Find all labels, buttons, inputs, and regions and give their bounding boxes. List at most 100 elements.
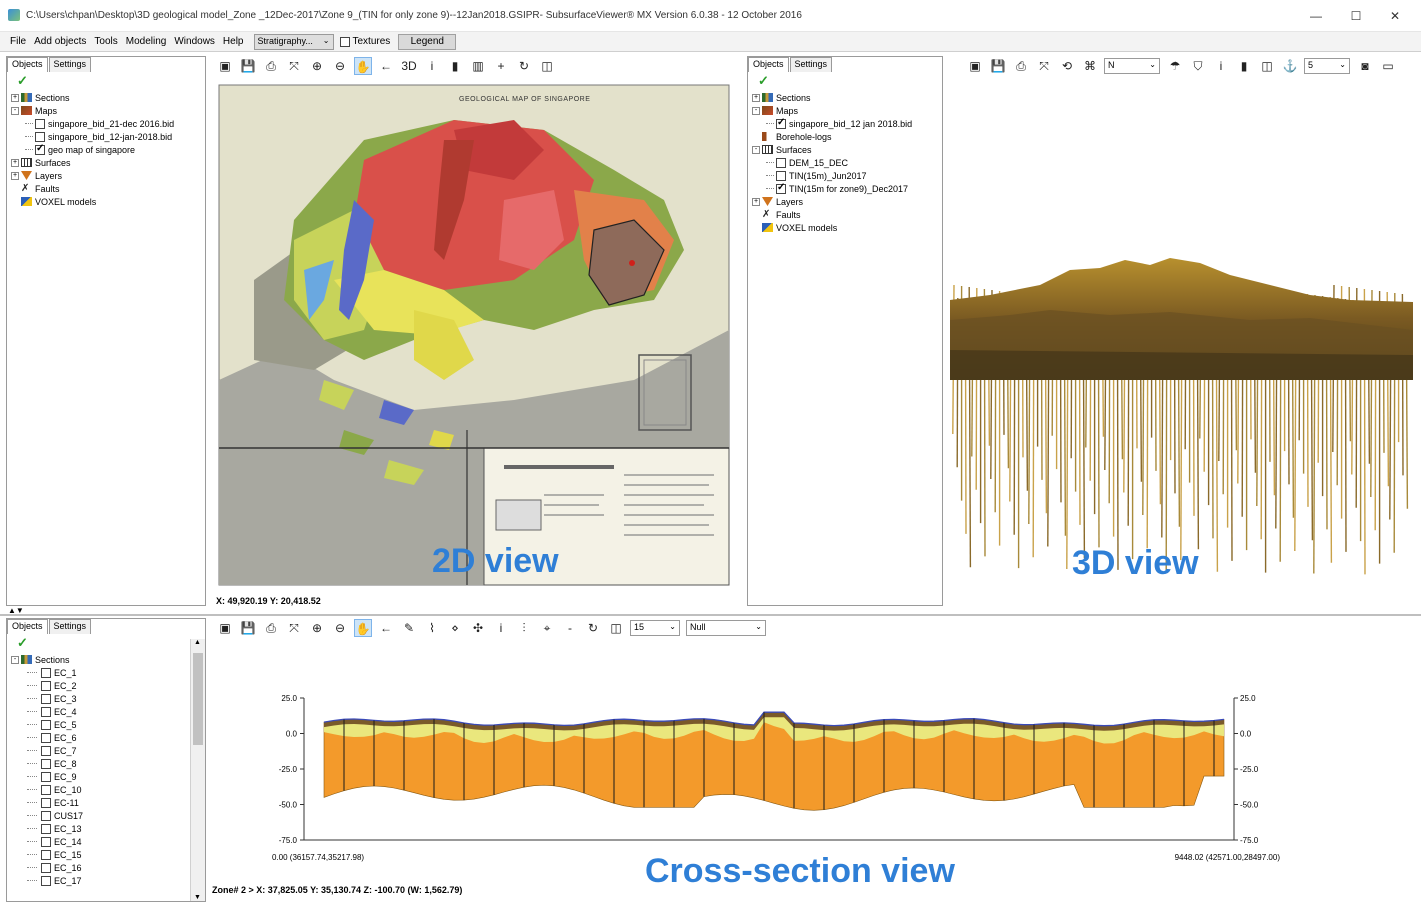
tab-settings-3d[interactable]: Settings (789, 57, 833, 72)
layers-color-icon[interactable]: ▣ (216, 57, 234, 75)
save-icon[interactable]: 💾 (239, 619, 257, 637)
section-item[interactable]: EC-11 (11, 796, 205, 809)
info-icon[interactable]: i (492, 619, 510, 637)
tab-settings-xs[interactable]: Settings (48, 619, 92, 634)
back-arrow-icon[interactable]: ← (377, 57, 395, 75)
lighting-icon[interactable]: ☂ (1166, 57, 1184, 75)
visibility-checkbox[interactable] (776, 117, 786, 129)
tree-item[interactable]: singapore_bid_12-jan-2018.bid (11, 130, 205, 143)
horizontal-splitter[interactable] (0, 614, 1421, 616)
visibility-checkbox[interactable] (35, 131, 45, 142)
view-3d-icon[interactable]: 3D (400, 57, 418, 75)
maximize-button[interactable]: ☐ (1341, 6, 1371, 26)
crosshair-icon[interactable]: + (492, 57, 510, 75)
section-item[interactable]: EC_16 (11, 861, 205, 874)
layers-color-icon[interactable]: ▣ (216, 619, 234, 637)
visibility-checkbox[interactable] (35, 143, 45, 155)
section-item[interactable]: EC_3 (11, 692, 205, 705)
textures-toggle[interactable]: Textures (339, 36, 390, 47)
scroll-down-icon[interactable]: ▼ (194, 894, 201, 901)
tree-item[interactable]: + Sections (11, 91, 205, 104)
section-checkbox[interactable] (41, 862, 51, 873)
section-checkbox[interactable] (41, 667, 51, 678)
info-icon[interactable]: i (1212, 57, 1230, 75)
section-checkbox[interactable] (41, 875, 51, 886)
expand-icon[interactable]: + (11, 171, 19, 180)
refresh-icon[interactable]: ↻ (515, 57, 533, 75)
rotate-icon[interactable]: ⟲ (1058, 57, 1076, 75)
perspective-icon[interactable]: ⌘ (1081, 57, 1099, 75)
menu-file[interactable]: File (6, 36, 30, 47)
exaggeration-select[interactable]: 5 ⌄ (1304, 58, 1350, 74)
grid-icon[interactable]: ◫ (538, 57, 556, 75)
move-node-icon[interactable]: ✣ (469, 619, 487, 637)
menu-help[interactable]: Help (219, 36, 248, 47)
pan-icon[interactable]: ✋ (354, 57, 372, 75)
section-checkbox[interactable] (41, 732, 51, 743)
print-icon[interactable]: ⎙ (262, 57, 280, 75)
section-item[interactable]: EC_14 (11, 835, 205, 848)
tree-item[interactable]: TIN(15m for zone9)_Dec2017 (752, 182, 942, 195)
close-button[interactable]: ✕ (1380, 6, 1410, 26)
grid-icon[interactable]: ◫ (607, 619, 625, 637)
minimize-button[interactable]: — (1301, 6, 1331, 26)
zoom-extent-icon[interactable]: ⤧ (285, 619, 303, 637)
menu-tools[interactable]: Tools (90, 36, 121, 47)
save-icon[interactable]: 💾 (989, 57, 1007, 75)
section-item[interactable]: EC_9 (11, 770, 205, 783)
section-checkbox[interactable] (41, 836, 51, 847)
section-item[interactable]: EC_7 (11, 744, 205, 757)
tree-item[interactable]: ✗ Faults (752, 208, 942, 221)
minus-icon[interactable]: - (561, 619, 579, 637)
tree-item[interactable]: VOXEL models (752, 221, 942, 234)
print-icon[interactable]: ⎙ (262, 619, 280, 637)
section-checkbox[interactable] (41, 680, 51, 691)
stereo-glasses-icon[interactable]: ◙ (1356, 57, 1374, 75)
collapse-icon[interactable]: - (11, 655, 19, 664)
section-checkbox[interactable] (41, 745, 51, 756)
tab-settings-2d[interactable]: Settings (48, 57, 92, 72)
zoom-out-icon[interactable]: ⊖ (331, 619, 349, 637)
zoom-in-icon[interactable]: ⊕ (308, 619, 326, 637)
section-checkbox[interactable] (41, 758, 51, 769)
3d-view[interactable] (950, 80, 1413, 602)
expand-icon[interactable]: + (752, 93, 760, 102)
zoom-select[interactable]: 15 ⌄ (630, 620, 680, 636)
menu-windows[interactable]: Windows (170, 36, 219, 47)
back-arrow-icon[interactable]: ← (377, 619, 395, 637)
cross-section-view[interactable]: 25.0 25.0 0.0 0.0 -25.0 -25.0 -50.0 -50.0 -75.0 -… (214, 640, 1414, 880)
tree-item[interactable]: singapore_bid_21-dec 2016.bid (11, 117, 205, 130)
tree-item[interactable]: VOXEL models (11, 195, 205, 208)
visibility-checkbox[interactable] (776, 157, 786, 168)
tree-item[interactable]: - Surfaces (752, 143, 942, 156)
visibility-checkbox[interactable] (35, 118, 45, 129)
tree-item[interactable]: TIN(15m)_Jun2017 (752, 169, 942, 182)
borehole-icon[interactable]: ▮ (446, 57, 464, 75)
pan-icon[interactable]: ✋ (354, 619, 372, 637)
stratigraphy-select[interactable]: Stratigraphy... ⌄ (253, 33, 334, 50)
shade-icon[interactable]: ⛉ (1189, 57, 1207, 75)
expand-icon[interactable]: + (752, 197, 760, 206)
tree-item[interactable]: geo map of singapore (11, 143, 205, 156)
section-checkbox[interactable] (41, 693, 51, 704)
map-view-2d[interactable]: GEOLOGICAL MAP OF SINGAPORE (214, 80, 739, 594)
visibility-checkbox[interactable] (776, 170, 786, 181)
expand-icon[interactable]: + (11, 93, 19, 102)
tab-objects-xs[interactable]: Objects (7, 619, 48, 634)
print-icon[interactable]: ⎙ (1012, 57, 1030, 75)
section-item[interactable]: EC_5 (11, 718, 205, 731)
tree-item[interactable]: - Maps (11, 104, 205, 117)
menu-add-objects[interactable]: Add objects (30, 36, 90, 47)
direction-select[interactable]: N ⌄ (1104, 58, 1160, 74)
null-select[interactable]: Null ⌄ (686, 620, 766, 636)
tree-item-sections[interactable]: - Sections (11, 653, 205, 666)
tree-item[interactable]: - Maps (752, 104, 942, 117)
textures-checkbox[interactable] (339, 36, 350, 47)
split-icon[interactable]: ⫶ (515, 619, 533, 637)
section-item[interactable]: EC_10 (11, 783, 205, 796)
scroll-up-icon[interactable]: ▲ (194, 639, 201, 646)
section-item[interactable]: CUS17 (11, 809, 205, 822)
node-icon[interactable]: ⋄ (446, 619, 464, 637)
section-checkbox[interactable] (41, 784, 51, 795)
tree-item[interactable]: + Surfaces (11, 156, 205, 169)
